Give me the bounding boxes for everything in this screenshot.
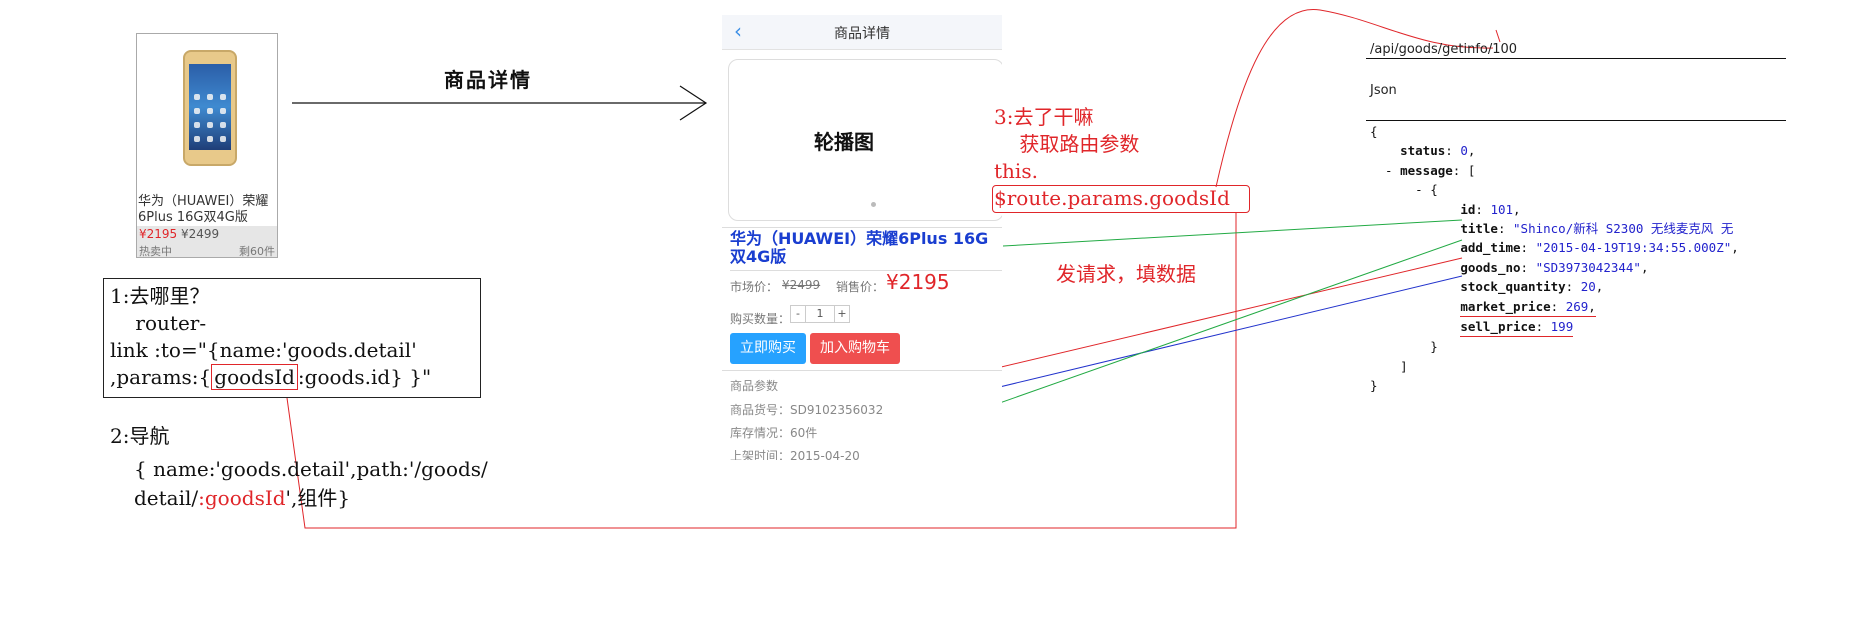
param-shelf-time: 上架时间：2015-04-20: [730, 449, 860, 460]
card-hot-label: 热卖中: [139, 245, 172, 258]
route-params-highlight: [992, 185, 1250, 213]
carousel-label: 轮播图: [814, 130, 874, 154]
sell-price-label: 销售价：: [836, 280, 885, 294]
api-url: /api/goods/getinfo/100: [1370, 42, 1518, 57]
quantity-stepper[interactable]: - 1 +: [790, 305, 850, 323]
card-price-old: ¥2499: [181, 227, 220, 241]
card-remaining: 剩60件: [239, 245, 275, 258]
red-tick: [1495, 29, 1501, 43]
json-divider: [1366, 120, 1786, 121]
detail-title: 华为（HUAWEI）荣耀6Plus 16G双4G版: [730, 229, 989, 266]
qty-value[interactable]: 1: [806, 305, 834, 323]
quantity-label: 购买数量：: [730, 312, 791, 326]
params-title: 商品参数: [730, 379, 779, 393]
step2-title: 2:导航: [110, 424, 170, 448]
arrow-caption: 商品详情: [444, 68, 532, 92]
step1-line1: 1:去哪里？: [110, 284, 210, 308]
carousel[interactable]: 轮播图: [728, 59, 1002, 221]
step1-line3: link :to="{name:'goods.detail': [110, 338, 417, 362]
product-card[interactable]: 华为（HUAWEI）荣耀6Plus 16G双4G版 ¥2195 ¥2499 热卖…: [136, 33, 278, 258]
json-response: { status: 0, - message: [ - { id: 101, t…: [1370, 124, 1739, 394]
detail-header-title: 商品详情: [834, 26, 890, 42]
carousel-dot-icon[interactable]: [871, 202, 876, 207]
sell-price: ¥2195: [886, 270, 950, 294]
buy-now-button[interactable]: 立即购买: [730, 333, 806, 364]
divider: [730, 270, 1002, 271]
step1-box: 1:去哪里？ router- link :to="{name:'goods.de…: [103, 278, 481, 398]
route-param-goodsid: :goodsId: [198, 486, 286, 510]
json-label: Json: [1370, 83, 1397, 98]
card-footer: ¥2195 ¥2499 热卖中 剩60件: [137, 226, 277, 258]
market-price-label: 市场价：: [730, 280, 779, 294]
qty-minus-button[interactable]: -: [790, 305, 806, 323]
goodsid-highlight: goodsId: [211, 364, 298, 390]
add-to-cart-button[interactable]: 加入购物车: [810, 333, 900, 364]
detail-page: ‹ 商品详情 轮播图 华为（HUAWEI）荣耀6Plus 16G双4G版 市场价…: [722, 15, 1002, 460]
phone-image: [183, 50, 237, 166]
card-title: 华为（HUAWEI）荣耀6Plus 16G双4G版: [138, 194, 269, 225]
detail-header: ‹ 商品详情: [722, 15, 1002, 50]
step1-line2: router-: [110, 311, 207, 335]
param-stock: 库存情况：60件: [730, 426, 818, 440]
api-divider: [1366, 58, 1786, 59]
card-price-new: ¥2195: [139, 227, 178, 241]
step1-line4: ,params:{goodsId:goods.id} }": [110, 364, 432, 390]
param-goods-no: 商品货号：SD9102356032: [730, 403, 884, 417]
qty-plus-button[interactable]: +: [834, 305, 850, 323]
request-note: 发请求，填数据: [1056, 262, 1196, 286]
step2-code: { name:'goods.detail',path:'/goods/ deta…: [134, 457, 488, 510]
params-panel: 商品参数 商品货号：SD9102356032 库存情况：60件 上架时间：201…: [722, 370, 1002, 460]
market-price: ¥2499: [782, 278, 821, 292]
